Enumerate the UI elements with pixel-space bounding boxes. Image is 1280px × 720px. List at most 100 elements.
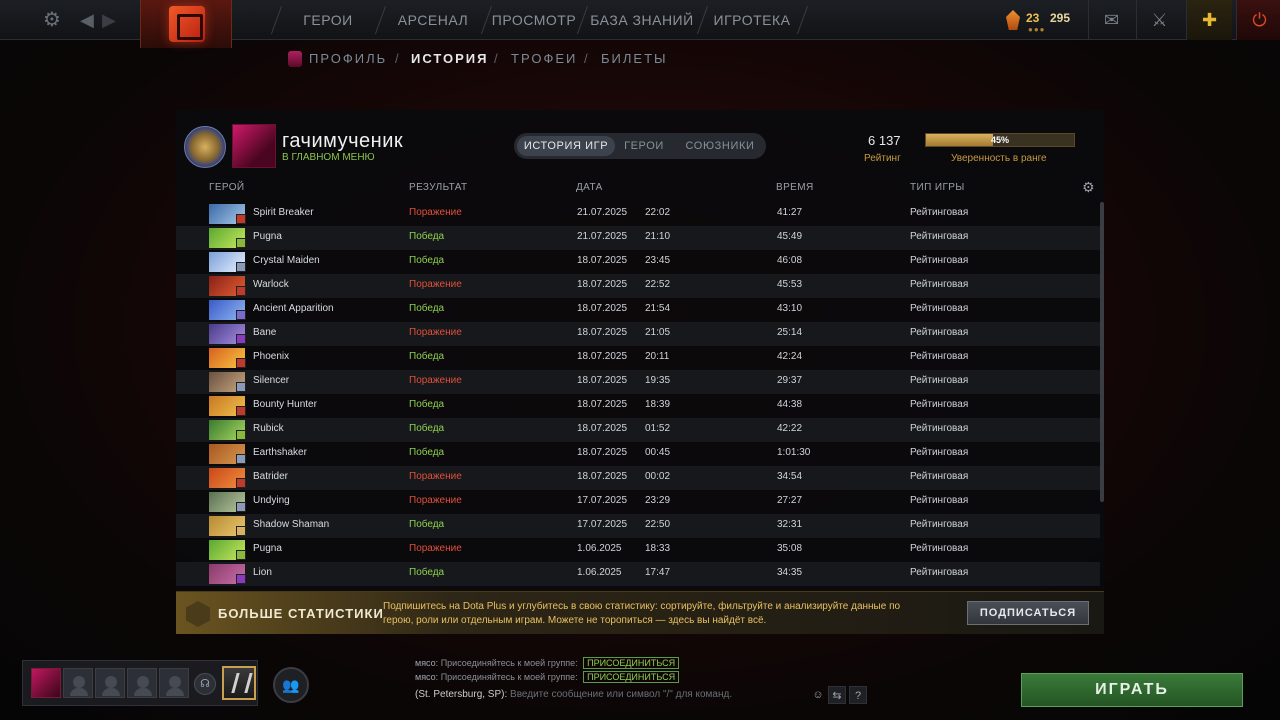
match-row[interactable]: Silencer Поражение 18.07.2025 19:35 29:37 Рей…	[176, 370, 1100, 394]
match-row[interactable]: Earthshaker Победа 18.07.2025 00:45 1:01:30 Р…	[176, 442, 1100, 466]
match-date: 21.07.2025	[577, 207, 628, 218]
column-header-duration[interactable]: ВРЕМЯ	[776, 182, 814, 193]
dota-logo-button[interactable]	[140, 0, 232, 48]
match-date: 1.06.2025	[577, 543, 622, 554]
match-result: Поражение	[409, 495, 462, 506]
column-header-hero[interactable]: ГЕРОЙ	[209, 182, 245, 193]
hero-role-icon	[236, 262, 246, 272]
tab-heroes[interactable]: ГЕРОИ	[618, 136, 670, 156]
tab-match-history[interactable]: ИСТОРИЯ ИГР	[517, 136, 615, 156]
player-avatar[interactable]	[232, 124, 276, 168]
table-settings-gear-icon[interactable]: ⚙	[1082, 180, 1096, 194]
chat-input[interactable]: (St. Petersburg, SP): Введите сообщение …	[415, 689, 732, 700]
subnav-profile[interactable]: ПРОФИЛЬ	[309, 51, 387, 66]
match-row[interactable]: Batrider Поражение 18.07.2025 00:02 34:54 Рей…	[176, 466, 1100, 490]
mail-icon[interactable]: ✉	[1088, 0, 1134, 40]
back-arrow-icon[interactable]: ◀	[80, 8, 100, 32]
hero-name: Undying	[253, 495, 290, 506]
match-result: Победа	[409, 303, 445, 314]
match-list-scrollbar[interactable]	[1100, 202, 1104, 502]
hero-name: Phoenix	[253, 351, 290, 362]
forward-arrow-icon[interactable]: ▶	[102, 8, 122, 32]
game-type: Рейтинговая	[910, 207, 969, 218]
match-result: Победа	[409, 399, 445, 410]
party-slot-empty[interactable]	[63, 668, 93, 698]
party-slot-self[interactable]	[31, 668, 61, 698]
match-row[interactable]: Rubick Победа 18.07.2025 01:52 42:22 Рейтинго…	[176, 418, 1100, 442]
match-result: Поражение	[409, 375, 462, 386]
chat-message: мясо: Присоединяйтесь к моей группе: ПРИ…	[415, 671, 680, 683]
nav-arsenal[interactable]: АРСЕНАЛ	[380, 0, 486, 40]
game-type: Рейтинговая	[910, 303, 969, 314]
hero-role-icon	[236, 358, 246, 368]
hero-role-icon	[236, 478, 246, 488]
match-time: 19:35	[645, 375, 671, 386]
tab-allies[interactable]: СОЮЗНИКИ	[678, 136, 762, 156]
dota-plus-icon[interactable]: ✚	[1186, 0, 1232, 40]
join-party-button[interactable]: ПРИСОЕДИНИТЬСЯ	[583, 657, 680, 669]
shard-currency-icon	[1006, 10, 1020, 30]
help-icon[interactable]: ?	[849, 686, 867, 704]
match-row[interactable]: Bane Поражение 18.07.2025 21:05 25:14 Рейтинг…	[176, 322, 1100, 346]
match-duration: 41:27	[777, 207, 803, 218]
match-duration: 34:35	[777, 567, 803, 578]
match-row[interactable]: Phoenix Победа 18.07.2025 20:11 42:24 Рейтинг…	[176, 346, 1100, 370]
match-row[interactable]: Crystal Maiden Победа 18.07.2025 23:45 46:08…	[176, 250, 1100, 274]
match-time: 00:02	[645, 471, 671, 482]
match-row[interactable]: Spirit Breaker Поражение 21.07.2025 22:02 41…	[176, 202, 1100, 226]
chat-channel-icon[interactable]: ⇆	[828, 686, 846, 704]
subnav-history[interactable]: ИСТОРИЯ	[411, 51, 489, 66]
game-type: Рейтинговая	[910, 519, 969, 530]
emoji-icon[interactable]: ☺	[809, 686, 827, 704]
settings-gear-icon[interactable]: ⚙	[40, 8, 64, 32]
match-duration: 45:49	[777, 231, 803, 242]
match-date: 18.07.2025	[577, 399, 628, 410]
promo-title: БОЛЬШЕ СТАТИСТИКИ	[218, 606, 384, 621]
power-icon[interactable]: ⏻	[1236, 0, 1280, 40]
friends-list-icon[interactable]: 👥	[273, 667, 309, 703]
subnav-tickets[interactable]: БИЛЕТЫ	[601, 51, 668, 66]
subnav-separator: /	[494, 51, 500, 66]
hero-role-icon	[236, 550, 246, 560]
party-slot-empty[interactable]	[95, 668, 125, 698]
subnav-trophies[interactable]: ТРОФЕИ	[511, 51, 577, 66]
match-time: 22:02	[645, 207, 671, 218]
match-row[interactable]: Lion Победа 1.06.2025 17:47 34:35 Рейтинговая	[176, 562, 1100, 586]
match-row[interactable]: Pugna Победа 21.07.2025 21:10 45:49 Рейтингов…	[176, 226, 1100, 250]
nav-heroes[interactable]: ГЕРОИ	[276, 0, 380, 40]
chat-text: Присоединяйтесь к моей группе:	[440, 658, 578, 668]
match-row[interactable]: Shadow Shaman Победа 17.07.2025 22:50 32:31 Р…	[176, 514, 1100, 538]
hero-role-icon	[236, 454, 246, 464]
match-row[interactable]: Bounty Hunter Победа 18.07.2025 18:39 44:38 Р…	[176, 394, 1100, 418]
match-date: 18.07.2025	[577, 279, 628, 290]
match-row[interactable]: Ancient Apparition Победа 18.07.2025 21:54 4…	[176, 298, 1100, 322]
match-result: Поражение	[409, 543, 462, 554]
party-slot-empty[interactable]	[159, 668, 189, 698]
armory-sword-icon[interactable]: ⚔	[1136, 0, 1182, 40]
party-slot-empty[interactable]	[127, 668, 157, 698]
nav-arcade[interactable]: ИГРОТЕКА	[702, 0, 802, 40]
game-type: Рейтинговая	[910, 279, 969, 290]
match-date: 17.07.2025	[577, 495, 628, 506]
match-time: 17:47	[645, 567, 671, 578]
history-tabs: ИСТОРИЯ ИГР ГЕРОИ СОЮЗНИКИ	[514, 133, 766, 159]
nav-knowledge-base[interactable]: БАЗА ЗНАНИЙ	[582, 0, 702, 40]
column-header-date[interactable]: ДАТА	[576, 182, 603, 193]
match-row[interactable]: Pugna Поражение 1.06.2025 18:33 35:08 Рейтинг…	[176, 538, 1100, 562]
hero-role-icon	[236, 430, 246, 440]
game-type: Рейтинговая	[910, 375, 969, 386]
person-icon	[169, 676, 181, 688]
nav-watch[interactable]: ПРОСМОТР	[486, 0, 582, 40]
voice-headset-icon[interactable]: ☊	[194, 673, 216, 695]
play-button[interactable]: ИГРАТЬ	[1021, 673, 1243, 707]
match-row[interactable]: Warlock Поражение 18.07.2025 22:52 45:53 Рейт…	[176, 274, 1100, 298]
column-header-result[interactable]: РЕЗУЛЬТАТ	[409, 182, 468, 193]
match-duration: 27:27	[777, 495, 803, 506]
rating-label: Рейтинг	[864, 153, 901, 164]
join-party-button[interactable]: ПРИСОЕДИНИТЬСЯ	[583, 671, 680, 683]
subscribe-button[interactable]: ПОДПИСАТЬСЯ	[967, 601, 1089, 625]
game-type: Рейтинговая	[910, 255, 969, 266]
column-header-game-type[interactable]: ТИП ИГРЫ	[910, 182, 965, 193]
rank-tier-icon[interactable]	[222, 666, 256, 700]
match-row[interactable]: Undying Поражение 17.07.2025 23:29 27:27 Рейт…	[176, 490, 1100, 514]
